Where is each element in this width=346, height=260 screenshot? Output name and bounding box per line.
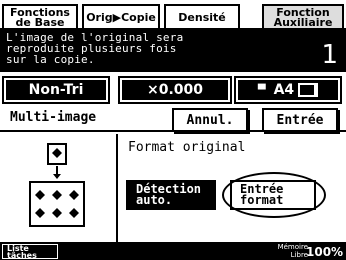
tab-basic-functions[interactable]: Fonctions de Base <box>2 4 78 30</box>
sort-mode-status: Non-Tri <box>2 76 110 104</box>
tab-auxiliary-function[interactable]: Fonction Auxiliaire <box>262 4 344 30</box>
function-title: Multi-image <box>10 110 97 125</box>
copy-count: 1 <box>321 40 338 70</box>
cancel-button[interactable]: Annul. <box>172 108 248 132</box>
auto-detect-button[interactable]: Détection auto. <box>126 180 216 210</box>
paper-status: ▀ A4 <box>234 76 342 104</box>
tab-aux-line2: Auxiliaire <box>273 16 333 29</box>
highlight-ellipse <box>222 172 326 218</box>
task-list-button[interactable]: Liste tâches <box>2 244 58 260</box>
zoom-status: ×0.000 <box>118 76 232 104</box>
zoom-label: ×0.000 <box>146 82 203 98</box>
tab-original-copy[interactable]: Orig▶Copie <box>82 4 160 30</box>
sort-mode-label: Non-Tri <box>28 82 84 98</box>
paper-size-label: A4 <box>273 82 295 98</box>
task-list-line2: tâches <box>7 251 37 260</box>
auto-detect-line2: auto. <box>136 193 173 207</box>
paper-orientation-icon <box>298 83 319 97</box>
tab-original-copy-label: Orig▶Copie <box>86 11 156 24</box>
tab-density[interactable]: Densité <box>164 4 240 30</box>
tab-basic-line2: de Base <box>15 16 65 29</box>
paper-tray-icon: ▀ <box>257 84 266 96</box>
memory-label: Mémoire Libre <box>266 243 308 259</box>
multi-image-illustration <box>29 143 85 227</box>
enter-button-label: Entrée <box>276 112 324 128</box>
output-sheet-icon <box>29 181 85 227</box>
memory-line2: Libre <box>290 251 308 259</box>
tab-density-label: Densité <box>178 11 226 24</box>
message-line-3: sur la copie. <box>6 53 95 66</box>
format-original-label: Format original <box>128 140 246 155</box>
enter-button[interactable]: Entrée <box>262 108 338 132</box>
message-panel: L'image de l'original sera reproduite pl… <box>0 30 346 72</box>
cancel-button-label: Annul. <box>186 112 234 128</box>
memory-line1: Mémoire <box>277 243 308 251</box>
illustration-panel <box>0 134 118 242</box>
memory-value: 100% <box>306 245 344 259</box>
